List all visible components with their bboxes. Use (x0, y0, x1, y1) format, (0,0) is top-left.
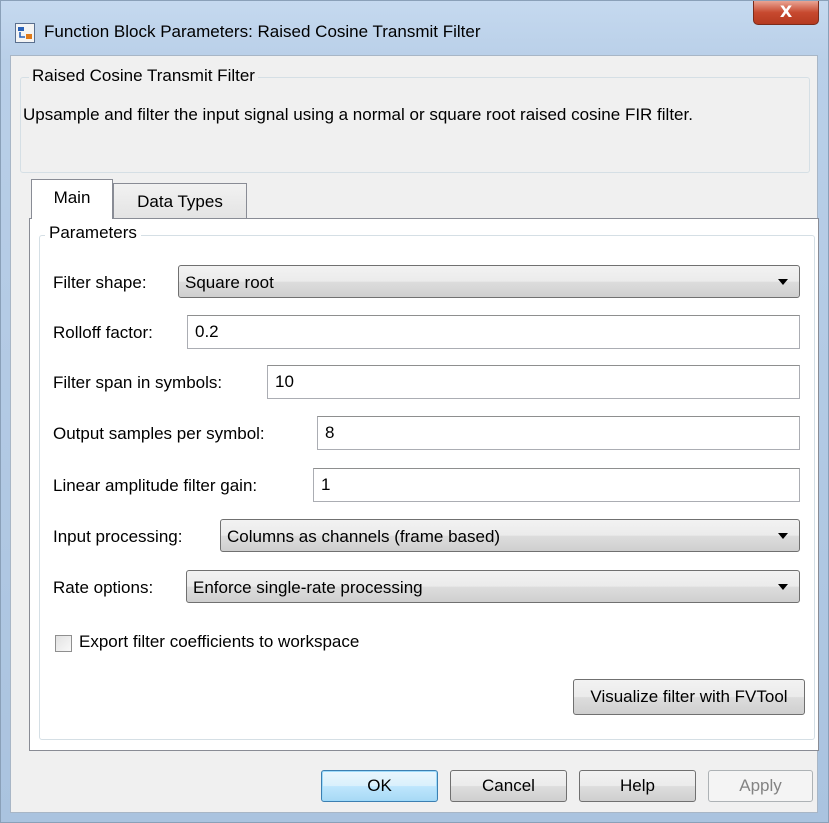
rolloff-factor-row: Rolloff factor: (53, 315, 800, 349)
output-samples-row: Output samples per symbol: (53, 416, 800, 450)
filter-shape-row: Filter shape: Square root (53, 265, 800, 299)
dropdown-arrow-icon (778, 279, 788, 285)
filter-shape-label: Filter shape: (53, 273, 147, 292)
filter-span-field[interactable] (267, 365, 800, 399)
title-bar[interactable]: Function Block Parameters: Raised Cosine… (1, 1, 828, 55)
dialog-window: Function Block Parameters: Raised Cosine… (0, 0, 829, 823)
output-samples-field[interactable] (317, 416, 800, 450)
rate-options-dropdown[interactable]: Enforce single-rate processing (186, 570, 800, 603)
cancel-button[interactable]: Cancel (450, 770, 567, 802)
input-processing-value: Columns as channels (frame based) (227, 527, 501, 546)
tab-data-types[interactable]: Data Types (113, 183, 247, 219)
export-coefficients-checkbox[interactable] (55, 635, 72, 652)
help-button[interactable]: Help (579, 770, 696, 802)
rolloff-factor-label: Rolloff factor: (53, 323, 153, 342)
window-title: Function Block Parameters: Raised Cosine… (44, 22, 481, 41)
rate-options-row: Rate options: Enforce single-rate proces… (53, 570, 800, 604)
description-group: Raised Cosine Transmit Filter Upsample a… (20, 66, 810, 173)
export-coefficients-label[interactable]: Export filter coefficients to workspace (79, 632, 359, 652)
visualize-fvtool-button[interactable]: Visualize filter with FVTool (573, 679, 805, 715)
dropdown-arrow-icon (778, 533, 788, 539)
filter-span-label: Filter span in symbols: (53, 373, 223, 392)
ok-button[interactable]: OK (321, 770, 438, 802)
tab-main[interactable]: Main (31, 179, 113, 219)
main-tab-panel: Parameters Filter shape: Square root Rol… (29, 218, 819, 751)
input-processing-dropdown[interactable]: Columns as channels (frame based) (220, 519, 800, 552)
apply-button[interactable]: Apply (708, 770, 813, 802)
close-button[interactable]: X (753, 1, 819, 25)
filter-gain-label: Linear amplitude filter gain: (53, 476, 258, 495)
filter-shape-value: Square root (185, 273, 274, 292)
output-samples-label: Output samples per symbol: (53, 424, 265, 443)
block-description: Upsample and filter the input signal usi… (23, 105, 693, 124)
parameters-group-title: Parameters (45, 223, 141, 243)
rate-options-label: Rate options: (53, 578, 154, 597)
rolloff-factor-field[interactable] (187, 315, 800, 349)
filter-gain-row: Linear amplitude filter gain: (53, 468, 800, 502)
parameters-group: Parameters Filter shape: Square root Rol… (39, 223, 815, 740)
input-processing-label: Input processing: (53, 527, 183, 546)
dialog-client-area: Raised Cosine Transmit Filter Upsample a… (10, 55, 819, 813)
input-processing-row: Input processing: Columns as channels (f… (53, 519, 800, 553)
simulink-block-icon (15, 23, 35, 43)
rate-options-value: Enforce single-rate processing (193, 578, 423, 597)
dropdown-arrow-icon (778, 584, 788, 590)
filter-shape-dropdown[interactable]: Square root (178, 265, 800, 298)
description-group-title: Raised Cosine Transmit Filter (29, 66, 258, 86)
filter-span-row: Filter span in symbols: (53, 365, 800, 399)
filter-gain-field[interactable] (313, 468, 800, 502)
